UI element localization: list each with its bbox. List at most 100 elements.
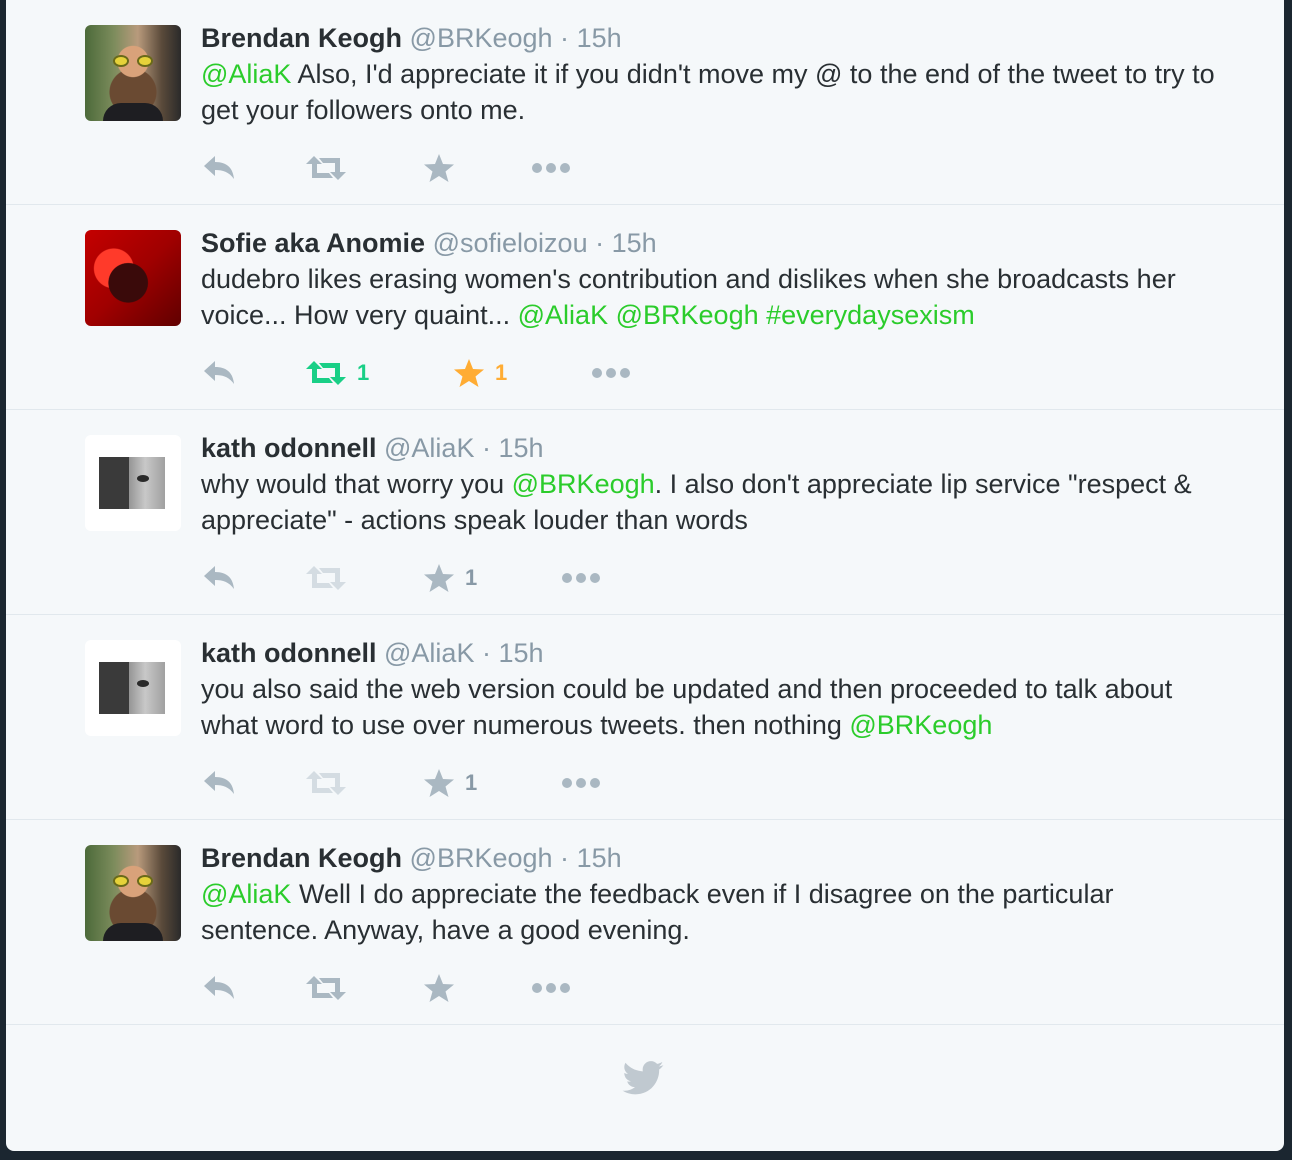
avatar-glasses bbox=[113, 55, 153, 67]
avatar-photo bbox=[99, 662, 165, 714]
author-name[interactable]: Sofie aka Anomie bbox=[201, 228, 425, 258]
avatar-shirt bbox=[103, 103, 163, 121]
author-handle[interactable]: @AliaK bbox=[384, 638, 474, 668]
retweet-button[interactable] bbox=[305, 148, 357, 188]
author-name[interactable]: Brendan Keogh bbox=[201, 843, 402, 873]
retweet-button[interactable] bbox=[305, 763, 357, 803]
reply-button[interactable] bbox=[203, 558, 237, 598]
favorite-button[interactable] bbox=[423, 968, 465, 1008]
author-handle[interactable]: @AliaK bbox=[384, 433, 474, 463]
tweet-content: kath odonnell @AliaK · 15h you also said… bbox=[201, 635, 1224, 797]
author-handle[interactable]: @sofieloizou bbox=[433, 228, 588, 258]
favorite-count: 1 bbox=[465, 565, 478, 590]
favorite-count: 1 bbox=[495, 360, 508, 385]
tweet-text-segment bbox=[608, 300, 616, 330]
tweet-text-segment bbox=[759, 300, 767, 330]
tweet-text: you also said the web version could be u… bbox=[201, 671, 1224, 743]
tweet-time[interactable]: 15h bbox=[612, 228, 657, 258]
tweet-text-segment: you also said the web version could be u… bbox=[201, 674, 1173, 740]
author-handle[interactable]: @BRKeogh bbox=[410, 843, 553, 873]
tweet-time[interactable]: 15h bbox=[499, 433, 544, 463]
reply-icon bbox=[203, 155, 237, 181]
separator-dot: · bbox=[595, 228, 605, 258]
timeline-footer bbox=[6, 1025, 1284, 1146]
tweet-link[interactable]: #everydaysexism bbox=[766, 300, 975, 330]
more-button[interactable] bbox=[531, 968, 571, 1008]
tweet-header: Brendan Keogh @BRKeogh · 15h bbox=[201, 840, 1224, 876]
more-button[interactable] bbox=[531, 148, 571, 188]
reply-button[interactable] bbox=[203, 148, 237, 188]
avatar[interactable] bbox=[85, 435, 181, 531]
reply-button[interactable] bbox=[203, 968, 237, 1008]
tweet-link[interactable]: @AliaK bbox=[201, 59, 291, 89]
tweet-header: Sofie aka Anomie @sofieloizou · 15h bbox=[201, 225, 1224, 261]
star-icon bbox=[453, 358, 485, 388]
more-button[interactable] bbox=[561, 558, 601, 598]
star-icon bbox=[423, 563, 455, 593]
tweet-link[interactable]: @AliaK bbox=[518, 300, 608, 330]
reply-button[interactable] bbox=[203, 763, 237, 803]
tweet[interactable]: kath odonnell @AliaK · 15h why would tha… bbox=[6, 410, 1284, 615]
retweet-button[interactable] bbox=[305, 558, 357, 598]
tweet-text-segment: Well I do appreciate the feedback even i… bbox=[201, 879, 1114, 945]
retweet-icon bbox=[305, 155, 347, 181]
tweet[interactable]: kath odonnell @AliaK · 15h you also said… bbox=[6, 615, 1284, 820]
tweet-content: Brendan Keogh @BRKeogh · 15h @AliaK Also… bbox=[201, 20, 1224, 182]
reply-button[interactable] bbox=[203, 353, 237, 393]
retweet-button[interactable]: 1 bbox=[305, 353, 369, 393]
favorite-button[interactable] bbox=[423, 148, 465, 188]
star-icon bbox=[423, 768, 455, 798]
favorite-button[interactable]: 1 bbox=[423, 763, 477, 803]
tweet-timeline: Brendan Keogh @BRKeogh · 15h @AliaK Also… bbox=[6, 0, 1284, 1151]
tweet-actions bbox=[201, 148, 901, 188]
tweet-time[interactable]: 15h bbox=[577, 23, 622, 53]
avatar[interactable] bbox=[85, 25, 181, 121]
tweet[interactable]: Brendan Keogh @BRKeogh · 15h @AliaK Well… bbox=[6, 820, 1284, 1025]
tweet-link[interactable]: @BRKeogh bbox=[512, 469, 655, 499]
favorite-button[interactable]: 1 bbox=[423, 558, 477, 598]
tweet-text-segment: why would that worry you bbox=[201, 469, 512, 499]
author-name[interactable]: kath odonnell bbox=[201, 433, 377, 463]
reply-icon bbox=[203, 975, 237, 1001]
retweet-button[interactable] bbox=[305, 968, 357, 1008]
avatar[interactable] bbox=[85, 640, 181, 736]
star-icon bbox=[423, 973, 455, 1003]
avatar-photo bbox=[99, 457, 165, 509]
more-icon bbox=[561, 776, 601, 790]
tweet[interactable]: Brendan Keogh @BRKeogh · 15h @AliaK Also… bbox=[6, 0, 1284, 205]
avatar-shirt bbox=[103, 923, 163, 941]
more-button[interactable] bbox=[591, 353, 631, 393]
tweet-text: dudebro likes erasing women's contributi… bbox=[201, 261, 1224, 333]
reply-icon bbox=[203, 770, 237, 796]
favorite-button[interactable]: 1 bbox=[453, 353, 507, 393]
tweet[interactable]: Sofie aka Anomie @sofieloizou · 15h dude… bbox=[6, 205, 1284, 410]
tweet-link[interactable]: @BRKeogh bbox=[849, 710, 992, 740]
retweet-icon bbox=[305, 565, 347, 591]
tweet-link[interactable]: @AliaK bbox=[201, 879, 291, 909]
more-icon bbox=[531, 161, 571, 175]
tweet-content: Sofie aka Anomie @sofieloizou · 15h dude… bbox=[201, 225, 1224, 387]
author-name[interactable]: kath odonnell bbox=[201, 638, 377, 668]
tweet-time[interactable]: 15h bbox=[577, 843, 622, 873]
author-name[interactable]: Brendan Keogh bbox=[201, 23, 402, 53]
separator-dot: · bbox=[481, 433, 491, 463]
avatar-glasses bbox=[113, 875, 153, 887]
tweet-header: Brendan Keogh @BRKeogh · 15h bbox=[201, 20, 1224, 56]
tweet-time[interactable]: 15h bbox=[499, 638, 544, 668]
more-button[interactable] bbox=[561, 763, 601, 803]
tweet-list: Brendan Keogh @BRKeogh · 15h @AliaK Also… bbox=[6, 0, 1284, 1025]
more-icon bbox=[561, 571, 601, 585]
avatar[interactable] bbox=[85, 230, 181, 326]
tweet-header: kath odonnell @AliaK · 15h bbox=[201, 635, 1224, 671]
tweet-text: @AliaK Well I do appreciate the feedback… bbox=[201, 876, 1224, 948]
avatar[interactable] bbox=[85, 845, 181, 941]
reply-icon bbox=[203, 360, 237, 386]
tweet-actions: 1 1 bbox=[201, 353, 901, 393]
tweet-text: why would that worry you @BRKeogh. I als… bbox=[201, 466, 1224, 538]
author-handle[interactable]: @BRKeogh bbox=[410, 23, 553, 53]
tweet-actions: 1 bbox=[201, 558, 901, 598]
separator-dot: · bbox=[560, 843, 570, 873]
tweet-link[interactable]: @BRKeogh bbox=[616, 300, 759, 330]
tweet-header: kath odonnell @AliaK · 15h bbox=[201, 430, 1224, 466]
tweet-content: Brendan Keogh @BRKeogh · 15h @AliaK Well… bbox=[201, 840, 1224, 1002]
